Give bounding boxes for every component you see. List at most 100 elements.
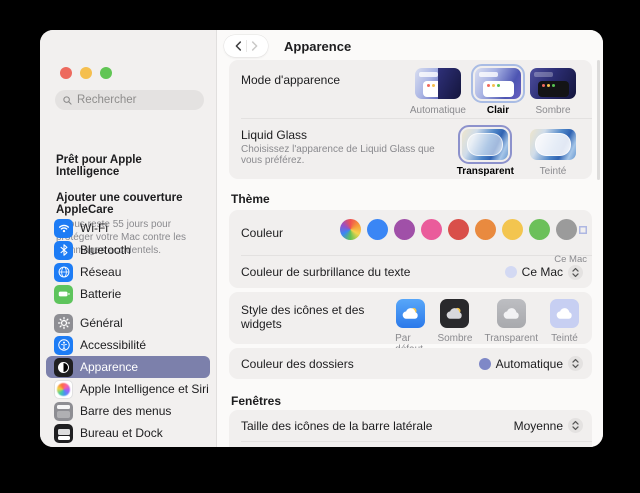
windows-section-header: Fenêtres (231, 394, 282, 408)
folder-color-dropdown[interactable]: Automatique (478, 356, 583, 371)
sidebar-item-wifi[interactable]: Wi-Fi (46, 217, 210, 239)
swatch-green[interactable] (529, 219, 550, 240)
icon-style-label: Style des icônes et des widgets (241, 303, 365, 331)
stepper-icon (568, 356, 583, 371)
forward-icon[interactable] (247, 39, 261, 53)
icon-style-transparent-thumbnail (496, 299, 526, 328)
sidebar-item-label: Général (80, 316, 123, 330)
swatch-purple[interactable] (394, 219, 415, 240)
sidebar-item-label: Bureau et Dock (80, 426, 163, 440)
sidebar-item-batterie[interactable]: Batterie (46, 283, 210, 305)
scrollbar[interactable] (597, 60, 600, 180)
mode-row: Mode d'apparence Automatique Clair Sombr… (229, 60, 592, 118)
icon-style-option-transparent[interactable]: Transparent (484, 299, 538, 355)
highlight-label: Couleur de surbrillance du texte (241, 265, 411, 279)
search-input[interactable]: Rechercher (55, 90, 204, 110)
sidebar-item-label: Bluetooth (80, 243, 131, 257)
swatch-orange[interactable] (475, 219, 496, 240)
mode-label: Mode d'apparence (241, 73, 341, 87)
folder-color-dot (478, 357, 491, 370)
highlight-color-dot (504, 266, 517, 278)
liquid-glass-option-transparent[interactable]: Transparent (457, 125, 514, 177)
folder-color-card: Couleur des dossiers Automatique (229, 348, 592, 379)
siri-icon (54, 379, 73, 399)
battery-icon (54, 284, 73, 304)
search-icon (63, 95, 72, 105)
zoom-button[interactable] (100, 67, 112, 79)
couleur-label: Couleur (241, 225, 284, 240)
theme-section-header: Thème (231, 192, 270, 206)
sidebar-icon-size-label: Taille des icônes de la barre latérale (241, 418, 433, 433)
apple-intelligence-ready-label: Prêt pour Apple Intelligence (56, 154, 142, 178)
highlight-dropdown[interactable]: Ce Mac (504, 264, 583, 280)
folder-color-value: Automatique (495, 356, 563, 371)
back-icon[interactable] (232, 39, 246, 53)
windows-card: Taille des icônes de la barre latérale M… (229, 410, 592, 447)
sidebar: Rechercher Prêt pour Apple Intelligence … (40, 30, 217, 447)
sidebar-item-apple-intelligence-siri[interactable]: Apple Intelligence et Siri (46, 378, 210, 400)
liquid-glass-row: Liquid Glass Choisissez l'apparence de L… (229, 119, 592, 179)
gear-icon (54, 313, 73, 333)
mode-option-sombre[interactable]: Sombre (530, 68, 576, 116)
sidebar-item-barre-des-menus[interactable]: Barre des menus (46, 400, 210, 422)
liquid-glass-subtitle: Choisissez l'apparence de Liquid Glass q… (241, 144, 435, 166)
sidebar-item-accessibilite[interactable]: Accessibilité (46, 334, 210, 356)
search-placeholder: Rechercher (77, 94, 137, 106)
sidebar-item-label: Réseau (80, 265, 122, 279)
liquid-glass-option-teinte[interactable]: Teinté (530, 129, 576, 177)
sidebar-icon-size-value: Moyenne (513, 418, 563, 433)
content-pane: Apparence Mode d'apparence Automatique C… (218, 30, 603, 447)
swatch-caption: Ce Mac (554, 253, 587, 265)
liquid-glass-transparent-thumbnail (458, 125, 513, 164)
swatch-yellow[interactable] (502, 219, 523, 240)
swatch-pink[interactable] (421, 219, 442, 240)
appearance-icon (54, 357, 73, 377)
color-swatches: Ce Mac (340, 219, 587, 265)
highlight-value: Ce Mac (521, 265, 563, 279)
sidebar-item-bluetooth[interactable]: Bluetooth (46, 239, 210, 261)
folder-color-label: Couleur des dossiers (241, 356, 354, 371)
mode-option-automatique[interactable]: Automatique (410, 68, 466, 116)
icon-style-sombre-thumbnail (440, 299, 470, 328)
icon-style-option-teinte[interactable]: Teinté (550, 299, 579, 355)
sidebar-item-label: Apparence (80, 360, 139, 374)
page-title: Apparence (284, 38, 352, 54)
swatch-gray[interactable] (556, 219, 577, 240)
liquid-glass-title: Liquid Glass (241, 128, 308, 142)
stepper-icon (568, 418, 583, 433)
couleur-row: Couleur Ce Mac (229, 210, 592, 265)
dock-icon (54, 423, 73, 443)
swatch-blue[interactable] (367, 219, 388, 240)
wifi-icon (54, 218, 73, 238)
content-header: Apparence (224, 34, 351, 58)
theme-card: Couleur Ce Mac Couleur de surbrillance d… (229, 210, 592, 288)
history-nav (224, 35, 268, 57)
sidebar-item-label: Barre des menus (80, 404, 172, 418)
sidebar-item-general[interactable]: Général (46, 312, 210, 334)
sidebar-icon-size-dropdown[interactable]: Moyenne (514, 418, 583, 433)
traffic-lights (60, 67, 112, 79)
sidebar-item-apparence[interactable]: Apparence (46, 356, 210, 378)
mode-automatique-thumbnail (414, 68, 461, 99)
applecare-title[interactable]: Ajouter une couverture AppleCare (56, 192, 206, 216)
highlight-row: Couleur de surbrillance du texte Ce Mac (229, 256, 592, 288)
close-button[interactable] (60, 67, 72, 79)
sidebar-icon-size-row: Taille des icônes de la barre latérale M… (229, 410, 592, 441)
swatch-multicolor[interactable] (340, 219, 361, 240)
folder-color-row: Couleur des dossiers Automatique (229, 348, 592, 379)
icon-style-teinte-thumbnail (550, 299, 579, 328)
sidebar-item-label: Accessibilité (80, 338, 147, 352)
swatch-red[interactable] (448, 219, 469, 240)
icon-style-card: Style des icônes et des widgets Par défa… (229, 292, 592, 355)
sidebar-item-reseau[interactable]: Réseau (46, 261, 210, 283)
sidebar-item-label: Batterie (80, 287, 122, 301)
minimize-button[interactable] (80, 67, 92, 79)
accessibility-icon (54, 335, 73, 355)
mode-option-clair[interactable]: Clair (471, 64, 525, 116)
liquid-glass-teinte-thumbnail (530, 129, 576, 160)
icon-style-row: Style des icônes et des widgets Par défa… (229, 292, 592, 355)
icon-style-option-sombre[interactable]: Sombre (437, 299, 472, 355)
icon-style-option-par-defaut[interactable]: Par défaut (395, 299, 425, 355)
mode-sombre-thumbnail (530, 68, 576, 99)
sidebar-item-bureau-et-dock[interactable]: Bureau et Dock (46, 422, 210, 444)
